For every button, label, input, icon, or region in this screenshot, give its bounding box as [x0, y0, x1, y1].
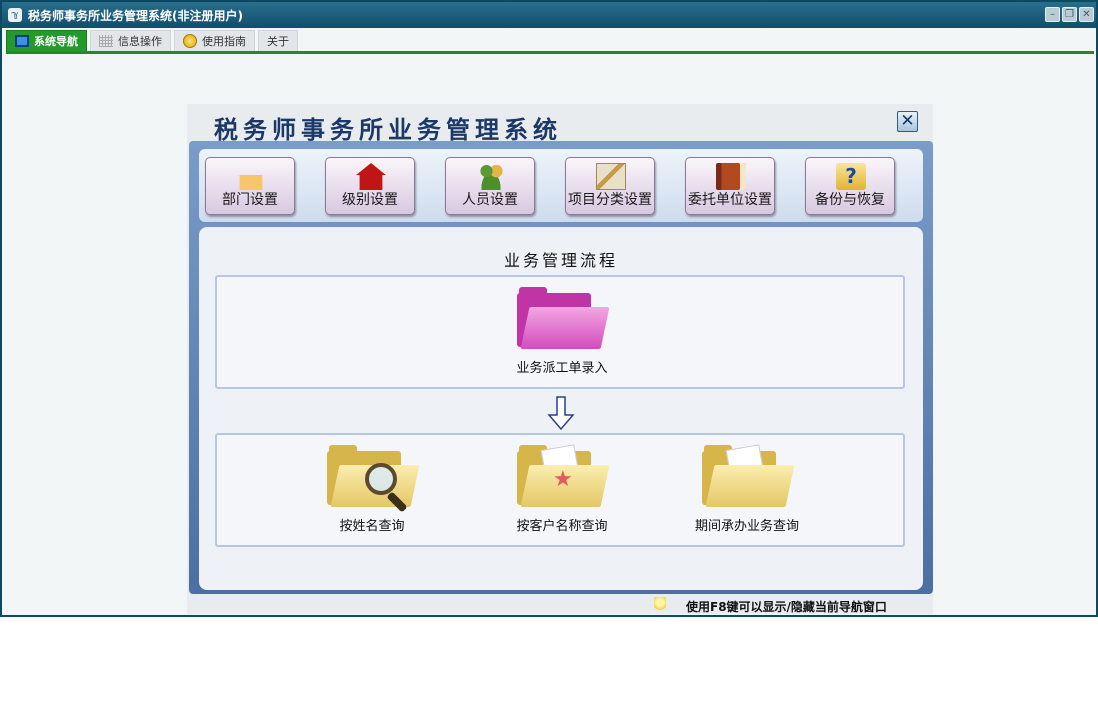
folder-label: 业务派工单录入 — [516, 361, 608, 376]
client-unit-settings-button[interactable]: 委托单位设置 — [685, 157, 775, 215]
window-controls: – ❐ ✕ — [1045, 7, 1094, 22]
tab-about[interactable]: 关于 — [258, 30, 298, 51]
button-label: 委托单位设置 — [688, 192, 772, 208]
close-button[interactable]: ✕ — [1079, 7, 1094, 22]
folder-label: 按姓名查询 — [339, 519, 405, 534]
title-bar[interactable]: ℽ 税务师事务所业务管理系统(非注册用户) – ❐ ✕ — [2, 2, 1096, 28]
pink-folder-icon — [517, 287, 610, 351]
main-window: ℽ 税务师事务所业务管理系统(非注册用户) – ❐ ✕ 系统导航 信息操作 使用… — [0, 0, 1098, 617]
level-settings-button[interactable]: 级别设置 — [325, 157, 415, 215]
tab-label: 使用指南 — [202, 35, 246, 48]
query-by-client-button[interactable]: ★ 按客户名称查询 — [497, 444, 627, 534]
search-folder-icon — [327, 445, 420, 513]
dialog-status-bar: 使用F8键可以显示/隐藏当前导航窗口 — [189, 596, 933, 614]
staff-settings-button[interactable]: 人员设置 — [445, 157, 535, 215]
tools-icon — [596, 163, 626, 190]
backup-restore-button[interactable]: ? 备份与恢复 — [805, 157, 895, 215]
folder-label: 按客户名称查询 — [516, 519, 608, 534]
documents-folder-icon — [702, 444, 795, 509]
query-by-period-button[interactable]: 期间承办业务查询 — [682, 444, 812, 534]
house-red-icon — [356, 163, 386, 190]
grid-icon — [99, 35, 113, 47]
dialog-close-button[interactable]: ✕ — [897, 111, 918, 132]
house-orange-icon — [236, 163, 266, 190]
dialog-frame: 部门设置 级别设置 人员设置 项目分类设置 委托单位设置 ? 备份与恢复 业务管… — [189, 141, 933, 594]
tab-label: 关于 — [267, 35, 289, 48]
help-folder-icon: ? — [836, 163, 866, 190]
tab-user-guide[interactable]: 使用指南 — [174, 30, 255, 51]
tab-info-ops[interactable]: 信息操作 — [90, 30, 171, 51]
project-category-settings-button[interactable]: 项目分类设置 — [565, 157, 655, 215]
tab-label: 信息操作 — [118, 35, 162, 48]
button-label: 备份与恢复 — [815, 192, 885, 208]
people-icon — [476, 163, 506, 190]
tab-system-nav[interactable]: 系统导航 — [6, 30, 87, 51]
settings-toolbar: 部门设置 级别设置 人员设置 项目分类设置 委托单位设置 ? 备份与恢复 — [199, 149, 923, 222]
dialog-title: 税务师事务所业务管理系统 — [214, 115, 562, 144]
entry-panel: 业务派工单录入 — [215, 275, 905, 389]
tab-label: 系统导航 — [34, 35, 78, 48]
lightbulb-icon — [654, 597, 666, 613]
monitor-icon — [15, 35, 29, 47]
button-label: 人员设置 — [462, 192, 518, 208]
tab-bar: 系统导航 信息操作 使用指南 关于 — [6, 30, 1094, 54]
folder-label: 期间承办业务查询 — [694, 519, 799, 534]
query-by-name-button[interactable]: 按姓名查询 — [312, 445, 432, 534]
navigation-dialog: 税务师事务所业务管理系统 ✕ 部门设置 级别设置 人员设置 项目分类设置 委托单… — [187, 104, 933, 614]
department-settings-button[interactable]: 部门设置 — [205, 157, 295, 215]
button-label: 项目分类设置 — [568, 192, 652, 208]
star-folder-icon: ★ — [517, 444, 610, 509]
restore-button[interactable]: ❐ — [1062, 7, 1077, 22]
dispatch-entry-button[interactable]: 业务派工单录入 — [502, 287, 622, 376]
window-title: 税务师事务所业务管理系统(非注册用户) — [28, 8, 243, 23]
app-icon: ℽ — [8, 8, 22, 22]
down-arrow-icon — [547, 396, 575, 431]
query-panel: 按姓名查询 ★ 按客户名称查询 期间承办业务查询 — [215, 433, 905, 547]
button-label: 部门设置 — [222, 192, 278, 208]
guide-icon — [183, 34, 197, 48]
address-book-icon — [716, 163, 746, 190]
status-hint: 使用F8键可以显示/隐藏当前导航窗口 — [686, 600, 887, 614]
workflow-title: 业务管理流程 — [503, 251, 618, 270]
workflow-area: 业务管理流程 业务派工单录入 按姓名查询 ★ 按客户名称查询 期间承办业务查询 — [199, 227, 923, 590]
minimize-button[interactable]: – — [1045, 7, 1060, 22]
button-label: 级别设置 — [342, 192, 398, 208]
